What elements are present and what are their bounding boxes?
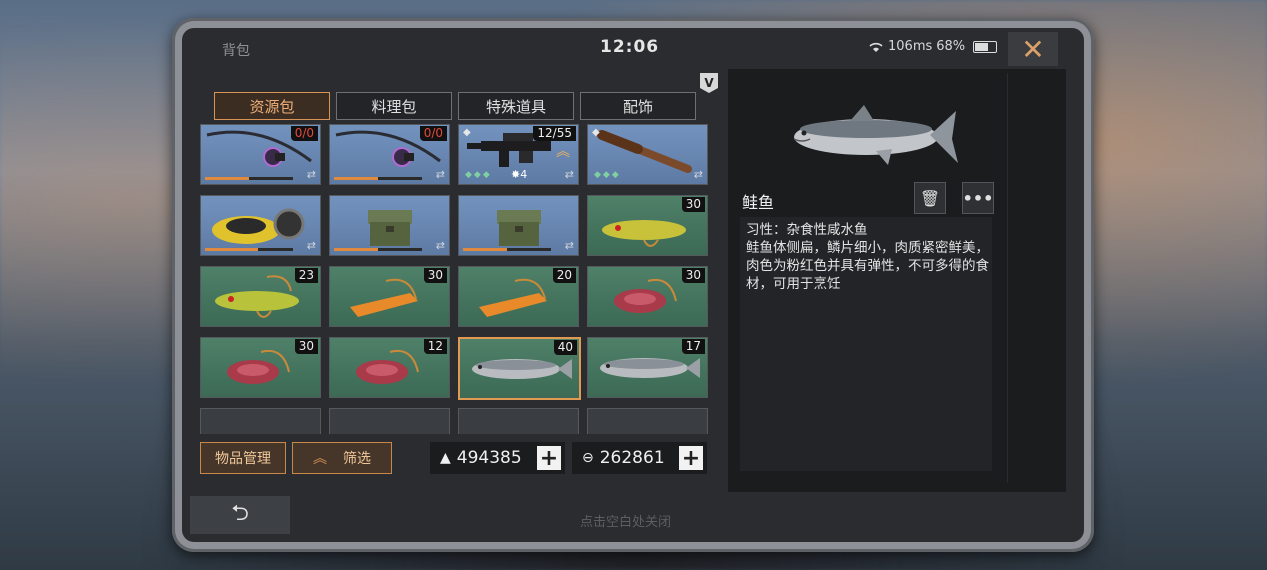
item-count: 30 bbox=[681, 268, 705, 283]
item-count: 0/0 bbox=[290, 126, 318, 141]
inventory-grid: 0/0 ⇄ 0/0 ⇄ ◆ 12/55 ︽ ◆◆◆ ✸4 ⇄ ◆ ◆◆◆ ⇄ ⇄… bbox=[200, 124, 710, 434]
delete-button[interactable]: 🗑 bbox=[914, 182, 946, 214]
ammo-count: 12/55 bbox=[533, 126, 576, 141]
item-count: 17 bbox=[681, 339, 705, 354]
coin-icon: ▲ bbox=[440, 450, 451, 466]
tab-cooking[interactable]: 料理包 bbox=[336, 92, 452, 120]
empty-slot[interactable] bbox=[329, 408, 450, 434]
tab-resources[interactable]: 资源包 bbox=[214, 92, 330, 120]
crate-icon bbox=[368, 210, 412, 246]
tab-accessories[interactable]: 配饰 bbox=[580, 92, 696, 120]
inventory-slot[interactable]: 30 bbox=[329, 266, 450, 327]
wifi-icon bbox=[869, 42, 883, 52]
inventory-slot[interactable]: ◆ ◆◆◆ ⇄ bbox=[587, 124, 708, 185]
add-gold-button[interactable]: + bbox=[679, 446, 703, 471]
gold-value: 262861 bbox=[599, 448, 665, 468]
close-icon: ✕ bbox=[1021, 32, 1045, 66]
item-count: 30 bbox=[423, 268, 447, 283]
gold-balance: ⊖ 262861 + bbox=[572, 442, 707, 474]
back-button[interactable]: ⮌ bbox=[190, 496, 290, 534]
swap-icon: ⇄ bbox=[306, 239, 316, 252]
star-level: ✸4 bbox=[511, 168, 528, 181]
trash-icon: 🗑 bbox=[919, 188, 941, 208]
inventory-slot[interactable]: 30 bbox=[587, 195, 708, 256]
filter-label: 筛选 bbox=[343, 451, 371, 467]
clock: 12:06 bbox=[600, 37, 660, 57]
inventory-slot[interactable]: 0/0 ⇄ bbox=[329, 124, 450, 185]
swap-icon: ⇄ bbox=[564, 168, 574, 181]
empty-slot[interactable] bbox=[200, 408, 321, 434]
item-count: 23 bbox=[294, 268, 318, 283]
inventory-slot[interactable]: 17 bbox=[587, 337, 708, 398]
decorative-scale bbox=[1007, 73, 1060, 483]
inventory-slot[interactable]: 12 bbox=[329, 337, 450, 398]
empty-slot[interactable] bbox=[587, 408, 708, 434]
gem-icon: ◆ bbox=[592, 127, 600, 138]
rank-icon: ︽ bbox=[556, 144, 570, 160]
inventory-slot[interactable]: ◆ 12/55 ︽ ◆◆◆ ✸4 ⇄ bbox=[458, 124, 579, 185]
vip-badge-icon: V bbox=[700, 73, 718, 93]
item-count: 30 bbox=[681, 197, 705, 212]
gem-icon: ◆ bbox=[463, 127, 471, 138]
close-button[interactable]: ✕ bbox=[1008, 32, 1058, 66]
backpack-screen: 背包 12:06 106ms 68% ✕ V 资源包 料理包 特殊道具 配饰 0… bbox=[182, 28, 1084, 542]
durability-bar bbox=[205, 177, 293, 180]
item-count: 20 bbox=[552, 268, 576, 283]
durability-bar bbox=[334, 248, 422, 251]
close-hint: 点击空白处关闭 bbox=[580, 515, 672, 530]
inventory-slot[interactable]: 30 bbox=[587, 266, 708, 327]
filter-button[interactable]: ︽ 筛选 bbox=[292, 442, 392, 474]
ping-value: 106ms bbox=[888, 39, 933, 54]
item-description: 习性：杂食性咸水鱼 鲑鱼体侧扁，鳞片细小，肉质紧密鲜美，肉色为粉红色并具有弹性，… bbox=[746, 221, 996, 293]
item-name: 鲑鱼 bbox=[742, 193, 775, 212]
item-detail-panel: 鲑鱼 🗑 ••• 习性：杂食性咸水鱼 鲑鱼体侧扁，鳞片细小，肉质紧密鲜美，肉色为… bbox=[728, 69, 1066, 492]
swap-icon: ⇄ bbox=[306, 168, 316, 181]
more-options-button[interactable]: ••• bbox=[962, 182, 994, 214]
battery-icon bbox=[973, 40, 998, 53]
quality-dots: ◆◆◆ bbox=[465, 170, 492, 180]
swap-icon: ⇄ bbox=[435, 168, 445, 181]
filter-icon: ︽ bbox=[313, 451, 327, 467]
battery-value: 68% bbox=[936, 39, 966, 54]
backpack-tabs: 资源包 料理包 特殊道具 配饰 bbox=[214, 92, 696, 120]
tab-special-items[interactable]: 特殊道具 bbox=[458, 92, 574, 120]
inventory-slot[interactable]: 23 bbox=[200, 266, 321, 327]
empty-slot[interactable] bbox=[458, 408, 579, 434]
durability-bar bbox=[205, 248, 293, 251]
inventory-slot[interactable]: 20 bbox=[458, 266, 579, 327]
item-count: 30 bbox=[294, 339, 318, 354]
item-count: 0/0 bbox=[419, 126, 447, 141]
item-count: 40 bbox=[553, 340, 577, 355]
swap-icon: ⇄ bbox=[564, 239, 574, 252]
page-title: 背包 bbox=[222, 43, 250, 59]
network-status: 106ms 68% bbox=[868, 39, 998, 54]
quality-dots: ◆◆◆ bbox=[594, 170, 621, 180]
status-bar: 背包 12:06 106ms 68% ✕ bbox=[182, 28, 1084, 68]
drone-icon bbox=[212, 208, 305, 244]
back-arrow-icon: ⮌ bbox=[231, 501, 249, 526]
more-icon: ••• bbox=[962, 188, 994, 208]
add-coins-button[interactable]: + bbox=[537, 446, 561, 471]
inventory-slot[interactable]: ⇄ bbox=[329, 195, 450, 256]
durability-bar bbox=[463, 248, 551, 251]
inventory-slot-selected[interactable]: 40 bbox=[458, 337, 581, 400]
item-management-button[interactable]: 物品管理 bbox=[200, 442, 286, 474]
salmon-image bbox=[793, 105, 958, 165]
durability-bar bbox=[334, 177, 422, 180]
inventory-slot[interactable]: 30 bbox=[200, 337, 321, 398]
swap-icon: ⇄ bbox=[693, 168, 703, 181]
inventory-slot[interactable]: ⇄ bbox=[458, 195, 579, 256]
coin-balance: ▲ 494385 + bbox=[430, 442, 565, 474]
item-habit: 习性：杂食性咸水鱼 bbox=[746, 222, 868, 238]
item-description-text: 鲑鱼体侧扁，鳞片细小，肉质紧密鲜美，肉色为粉红色并具有弹性，不可多得的食材，可用… bbox=[746, 240, 989, 292]
crate-icon bbox=[497, 210, 541, 246]
swap-icon: ⇄ bbox=[435, 239, 445, 252]
coin-value: 494385 bbox=[456, 448, 522, 468]
gold-icon: ⊖ bbox=[582, 450, 594, 466]
inventory-slot[interactable]: ⇄ bbox=[200, 195, 321, 256]
inventory-slot[interactable]: 0/0 ⇄ bbox=[200, 124, 321, 185]
item-count: 12 bbox=[423, 339, 447, 354]
